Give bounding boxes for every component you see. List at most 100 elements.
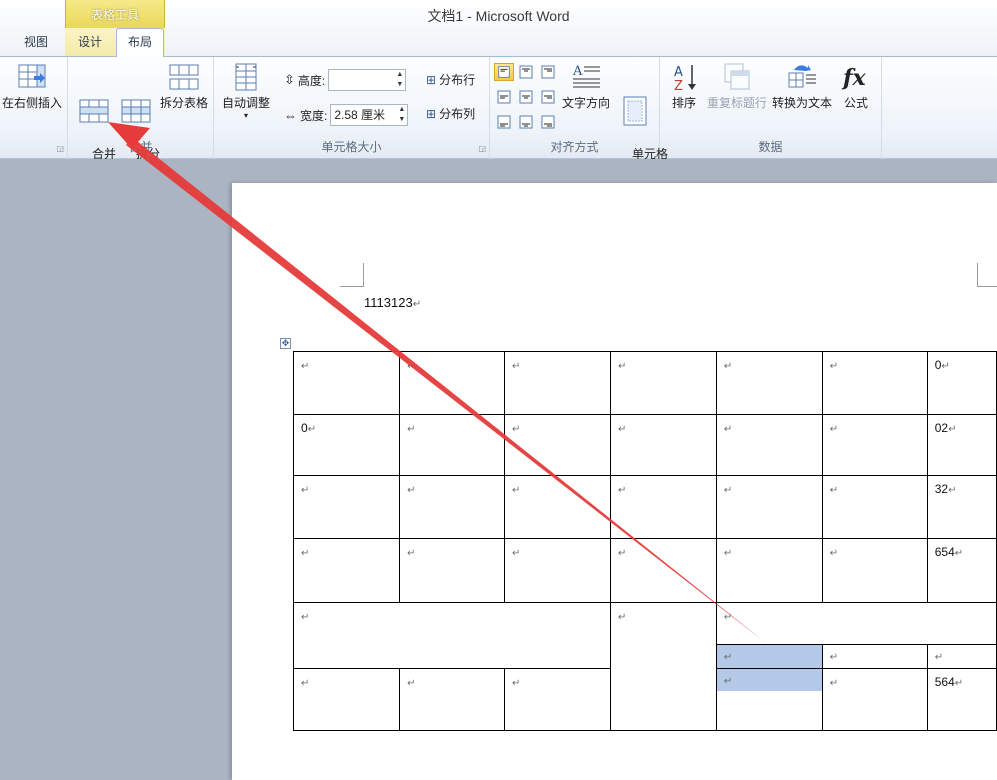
align-top-left-icon[interactable] xyxy=(494,63,514,81)
table-cell[interactable]: ↵ xyxy=(609,414,717,476)
table-row: ↵ ↵ ↵ ↵ ↵ ↵ 654↵ xyxy=(292,538,997,603)
document-page[interactable]: 1113123↵ ✥ ↵ ↵ ↵ ↵ ↵ ↵ 0↵ 0↵ ↵ ↵ ↵ ↵ ↵ 0… xyxy=(232,183,997,780)
distribute-rows-label: 分布行 xyxy=(439,73,476,87)
dialog-launcher-icon[interactable]: ◲ xyxy=(56,144,64,153)
repeat-header-button[interactable]: 重复标题行 xyxy=(706,61,768,112)
align-middle-left-icon[interactable] xyxy=(494,88,514,106)
table-cell[interactable]: 0↵ xyxy=(926,351,997,415)
tab-view[interactable]: 视图 xyxy=(15,33,57,55)
width-input[interactable]: 2.58 厘米 ▲ ▼ xyxy=(330,104,409,126)
table-cell[interactable]: ↵ xyxy=(609,475,717,539)
align-top-right-icon[interactable] xyxy=(538,63,558,81)
crop-mark-right xyxy=(977,263,997,287)
table-cell[interactable]: 32↵ xyxy=(926,475,997,539)
table-cell[interactable]: ↵ xyxy=(504,668,611,731)
height-label: 高度: xyxy=(297,73,326,88)
width-label: 宽度: xyxy=(300,108,328,123)
formula-label: 公式 xyxy=(843,96,868,110)
document-area[interactable]: 1113123↵ ✥ ↵ ↵ ↵ ↵ ↵ ↵ 0↵ 0↵ ↵ ↵ ↵ ↵ ↵ 0… xyxy=(0,159,997,780)
align-middle-center-icon[interactable] xyxy=(516,88,536,106)
selected-cell[interactable]: ↵ xyxy=(715,644,823,669)
table-cell[interactable]: ↵ xyxy=(504,414,611,476)
table-cell[interactable]: ↵ xyxy=(504,475,611,539)
align-bottom-right-icon[interactable] xyxy=(538,113,558,131)
ribbon: 在右侧插入 ◲ 合并 单元格 拆分 单元格 xyxy=(0,56,997,178)
height-spinner-icon[interactable]: ▲ ▼ xyxy=(396,70,403,90)
insert-right-button[interactable]: 在右侧插入 xyxy=(0,61,64,112)
convert-to-text-button[interactable]: 转换为文本 xyxy=(770,61,834,112)
autofit-icon xyxy=(235,63,257,91)
merged-cell-tall[interactable]: ↵ xyxy=(609,602,717,731)
table-cell[interactable]: 0↵ xyxy=(292,414,401,476)
table-cell[interactable]: ↵ xyxy=(609,538,717,603)
sort-icon: A Z xyxy=(674,65,696,93)
svg-text:A: A xyxy=(572,64,583,79)
document-text-line[interactable]: 1113123↵ xyxy=(364,295,421,310)
align-top-center-icon[interactable] xyxy=(516,63,536,81)
title-bar: 表格工具 文档1 - Microsoft Word 视图 设计 布局 xyxy=(0,0,997,57)
table-cell[interactable]: 654↵ xyxy=(926,538,997,603)
split-cells-icon xyxy=(121,99,151,123)
tab-design[interactable]: 设计 xyxy=(70,33,110,55)
merged-cell-left[interactable]: ↵ xyxy=(293,602,611,669)
table-cell[interactable]: ↵ xyxy=(821,414,928,476)
sort-button[interactable]: A Z 排序 xyxy=(666,61,702,112)
table-cell[interactable]: 564↵ xyxy=(926,668,997,731)
table-cell[interactable]: ↵ xyxy=(715,475,823,539)
table-cell[interactable]: ↵ xyxy=(399,414,506,476)
svg-text:A: A xyxy=(674,65,683,80)
first-line-text: 1113123 xyxy=(364,295,413,310)
align-bottom-left-icon[interactable] xyxy=(494,113,514,131)
text-direction-label: 文字方向 xyxy=(561,96,610,110)
tab-layout[interactable]: 布局 xyxy=(116,28,164,57)
table-cell[interactable]: ↵ xyxy=(821,668,928,731)
selected-cell[interactable]: ↵ xyxy=(715,668,823,731)
cell-margins-icon xyxy=(623,96,647,126)
table-cell[interactable]: ↵ xyxy=(292,351,401,415)
table-cell[interactable]: ↵ xyxy=(399,538,506,603)
table-cell[interactable]: ↵ xyxy=(821,644,928,669)
align-middle-right-icon[interactable] xyxy=(538,88,558,106)
table-cell[interactable]: ↵ xyxy=(715,414,823,476)
svg-text:Z: Z xyxy=(674,79,683,93)
merged-cell-right[interactable]: ↵ xyxy=(715,602,997,645)
width-control: ⇔ 宽度: 2.58 厘米 ▲ ▼ xyxy=(284,104,409,126)
table-cell[interactable]: ↵ xyxy=(399,668,506,731)
data-group-label: 数据 xyxy=(758,140,783,154)
alignment-group-label: 对齐方式 xyxy=(550,140,599,154)
table-cell[interactable]: ↵ xyxy=(292,475,401,539)
autofit-button[interactable]: 自动调整 ▾ xyxy=(218,61,274,120)
distribute-cols-icon: ⊞ xyxy=(426,106,437,121)
distribute-cols-button[interactable]: ⊞ 分布列 xyxy=(426,105,475,122)
insert-right-label: 在右侧插入 xyxy=(1,96,62,110)
table-cell[interactable]: ↵ xyxy=(715,351,823,415)
split-table-button[interactable]: 拆分表格 xyxy=(156,61,212,112)
height-input[interactable]: ▲ ▼ xyxy=(328,69,407,91)
table-cell[interactable]: 02↵ xyxy=(926,414,997,476)
table-cell[interactable]: ↵ xyxy=(399,351,506,415)
sort-label: 排序 xyxy=(671,96,696,110)
table[interactable]: ↵ ↵ ↵ ↵ ↵ ↵ 0↵ 0↵ ↵ ↵ ↵ ↵ ↵ 02↵ ↵ ↵ ↵ ↵ … xyxy=(292,351,997,731)
formula-button[interactable]: fx 公式 xyxy=(836,61,876,112)
table-move-handle-icon[interactable]: ✥ xyxy=(280,338,291,349)
autofit-label: 自动调整 xyxy=(221,96,270,110)
table-cell[interactable]: ↵ xyxy=(399,475,506,539)
width-spinner-icon[interactable]: ▲ ▼ xyxy=(398,105,405,125)
table-cell[interactable]: ↵ xyxy=(292,668,401,731)
text-direction-button[interactable]: A 文字方向 xyxy=(560,61,612,112)
table-cell[interactable]: ↵ xyxy=(821,475,928,539)
table-cell[interactable]: ↵ xyxy=(504,538,611,603)
merge-group-label: 合并 xyxy=(128,140,153,154)
table-cell[interactable]: ↵ xyxy=(715,538,823,603)
table-cell[interactable]: ↵ xyxy=(821,538,928,603)
cell-size-launcher-icon[interactable]: ◲ xyxy=(478,144,486,153)
table-cell[interactable]: ↵ xyxy=(609,351,717,415)
table-cell[interactable]: ↵ xyxy=(292,538,401,603)
table-row: ↵ ↵ ↵ xyxy=(293,602,997,731)
table-cell[interactable]: ↵ xyxy=(821,351,928,415)
table-cell[interactable]: ↵ xyxy=(504,351,611,415)
align-bottom-center-icon[interactable] xyxy=(516,113,536,131)
merge-cells-icon xyxy=(79,99,109,123)
table-cell[interactable]: ↵ xyxy=(926,644,997,669)
distribute-rows-button[interactable]: ⊞ 分布行 xyxy=(426,71,475,88)
